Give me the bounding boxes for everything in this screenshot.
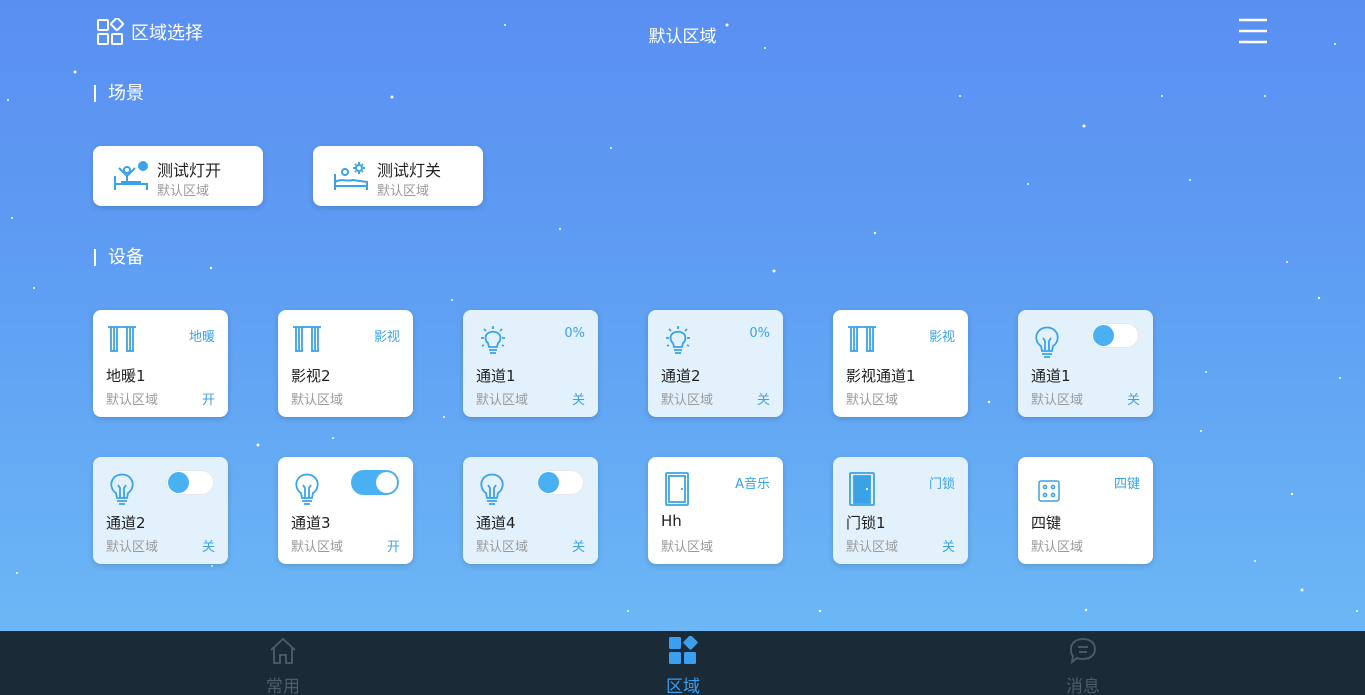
bottom-nav: 常用 区域 消息 xyxy=(0,631,1365,695)
device-card-channel-3-switch[interactable]: 通道3 默认区域 开 xyxy=(278,457,413,564)
device-card-video-channel-1[interactable]: 影视 影视通道1 默认区域 xyxy=(833,310,968,417)
device-area: 默认区域 xyxy=(106,540,159,555)
device-name: Hh xyxy=(661,512,682,530)
power-toggle[interactable] xyxy=(536,470,584,495)
device-state: 关 xyxy=(201,540,215,555)
device-type-label: 门锁 xyxy=(928,477,955,492)
scene-card-light-on[interactable]: 测试灯开 默认区域 xyxy=(93,146,263,206)
device-name: 影视通道1 xyxy=(846,367,916,385)
device-card-channel-4-switch[interactable]: 通道4 默认区域 关 xyxy=(463,457,598,564)
device-area: 默认区域 xyxy=(1031,393,1084,408)
nav-item-messages[interactable]: 消息 xyxy=(1023,631,1143,695)
toggle-knob xyxy=(376,472,397,493)
device-name: 通道4 xyxy=(476,514,516,532)
person-bed-light-off-icon xyxy=(334,162,368,190)
device-name: 通道3 xyxy=(291,514,331,532)
device-area: 默认区域 xyxy=(291,393,344,408)
scene-name: 测试灯开 xyxy=(157,161,222,180)
toggle-knob xyxy=(168,472,189,493)
menu-button[interactable] xyxy=(1238,17,1268,45)
bulb-icon xyxy=(480,473,504,505)
device-type-label: 影视 xyxy=(373,330,400,345)
bulb-icon xyxy=(110,473,134,505)
bulb-glow-icon xyxy=(666,326,690,354)
nav-label: 消息 xyxy=(1066,677,1100,695)
area-grid-icon xyxy=(669,636,698,664)
device-state: 开 xyxy=(201,393,215,408)
device-area: 默认区域 xyxy=(476,393,529,408)
device-name: 门锁1 xyxy=(846,514,886,532)
scene-area: 默认区域 xyxy=(377,184,430,199)
power-toggle[interactable] xyxy=(1091,323,1139,348)
door-icon xyxy=(665,472,689,506)
power-toggle[interactable] xyxy=(166,470,214,495)
scene-card-light-off[interactable]: 测试灯关 默认区域 xyxy=(313,146,483,206)
device-state: 开 xyxy=(386,540,400,555)
device-area: 默认区域 xyxy=(846,540,899,555)
device-state: 关 xyxy=(756,393,770,408)
device-name: 通道1 xyxy=(1031,367,1071,385)
bulb-icon xyxy=(1035,326,1059,358)
nav-label: 常用 xyxy=(266,677,300,695)
device-area: 默认区域 xyxy=(1031,540,1084,555)
device-area: 默认区域 xyxy=(291,540,344,555)
device-card-door-lock-1[interactable]: 门锁 门锁1 默认区域 关 xyxy=(833,457,968,564)
home-icon xyxy=(270,637,296,664)
scene-name: 测试灯关 xyxy=(377,161,442,180)
page-title: 默认区域 xyxy=(648,27,717,47)
nav-item-common[interactable]: 常用 xyxy=(223,631,343,695)
bulb-icon xyxy=(295,473,319,505)
device-state: 关 xyxy=(941,540,955,555)
device-area: 默认区域 xyxy=(476,540,529,555)
scene-area: 默认区域 xyxy=(157,184,210,199)
device-card-channel-2-dimmer[interactable]: 0% 通道2 默认区域 关 xyxy=(648,310,783,417)
device-name: 影视2 xyxy=(291,367,331,385)
device-level-label: 0% xyxy=(564,326,585,341)
nav-label: 区域 xyxy=(666,677,700,695)
device-area: 默认区域 xyxy=(846,393,899,408)
power-toggle[interactable] xyxy=(351,470,399,495)
door-lock-icon xyxy=(849,472,875,506)
device-name: 通道1 xyxy=(476,367,516,385)
person-bed-light-on-icon xyxy=(114,161,148,190)
device-type-label: 地暖 xyxy=(188,330,215,345)
toggle-knob xyxy=(538,472,559,493)
device-card-floor-heating[interactable]: 地暖 地暖1 默认区域 开 xyxy=(93,310,228,417)
curtain-icon xyxy=(848,326,876,352)
message-icon xyxy=(1070,638,1096,665)
curtain-icon xyxy=(108,326,136,352)
device-card-video-2[interactable]: 影视 影视2 默认区域 xyxy=(278,310,413,417)
device-name: 通道2 xyxy=(661,367,701,385)
device-name: 通道2 xyxy=(106,514,146,532)
device-card-four-key[interactable]: 四键 四键 默认区域 xyxy=(1018,457,1153,564)
device-name: 四键 xyxy=(1031,514,1062,532)
device-card-channel-1-switch[interactable]: 通道1 默认区域 关 xyxy=(1018,310,1153,417)
section-title-scenes: 场景 xyxy=(94,85,144,103)
curtain-icon xyxy=(293,326,321,352)
device-level-label: 0% xyxy=(749,326,770,341)
bulb-glow-icon xyxy=(481,326,505,354)
device-type-label: A音乐 xyxy=(735,477,770,492)
device-state: 关 xyxy=(571,540,585,555)
device-area: 默认区域 xyxy=(106,393,159,408)
device-name: 地暖1 xyxy=(106,367,146,385)
device-card-channel-1-dimmer[interactable]: 0% 通道1 默认区域 关 xyxy=(463,310,598,417)
device-area: 默认区域 xyxy=(661,540,714,555)
device-card-hh[interactable]: A音乐 Hh 默认区域 xyxy=(648,457,783,564)
device-card-channel-2-switch[interactable]: 通道2 默认区域 关 xyxy=(93,457,228,564)
section-title-devices: 设备 xyxy=(94,249,144,267)
toggle-knob xyxy=(1093,325,1114,346)
menu-icon xyxy=(1239,18,1267,44)
top-bar: 区域选择 默认区域 xyxy=(0,0,1365,66)
four-key-switch-icon xyxy=(1038,480,1060,502)
nav-item-area[interactable]: 区域 xyxy=(623,631,743,695)
device-state: 关 xyxy=(571,393,585,408)
device-area: 默认区域 xyxy=(661,393,714,408)
device-state: 关 xyxy=(1126,393,1140,408)
device-type-label: 影视 xyxy=(928,330,955,345)
device-type-label: 四键 xyxy=(1113,477,1140,492)
